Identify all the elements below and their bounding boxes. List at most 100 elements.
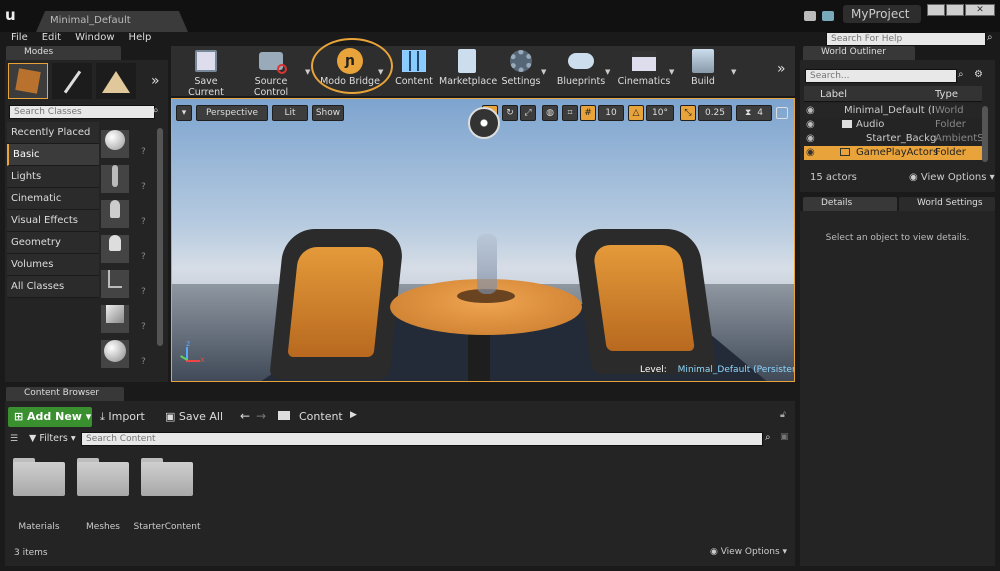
scale-snap-value[interactable]: 0.25	[698, 105, 732, 121]
outliner-search-input[interactable]	[805, 69, 957, 83]
viewport-options-button[interactable]: ▾	[176, 105, 192, 121]
help-icon[interactable]: ?	[141, 310, 153, 345]
minimize-button[interactable]	[927, 4, 945, 16]
folder-starter-content[interactable]	[141, 458, 193, 498]
help-icon[interactable]: ?	[141, 205, 153, 240]
more-modes-icon[interactable]: »	[151, 73, 160, 89]
category-all-classes[interactable]: All Classes	[7, 276, 99, 298]
paint-mode-icon[interactable]	[52, 63, 92, 99]
lit-button[interactable]: Lit	[272, 105, 308, 121]
help-icon[interactable]: ?	[141, 170, 153, 205]
outliner-view-options[interactable]: ◉ View Options ▾	[909, 172, 995, 183]
outliner-row[interactable]: ◉ Minimal_Default (Ed World	[804, 104, 982, 118]
world-settings-tab[interactable]: World Settings	[899, 197, 995, 211]
filters-button[interactable]: ▼ Filters ▾	[29, 433, 76, 444]
maximize-button[interactable]	[946, 4, 964, 16]
content-search-input[interactable]	[81, 432, 763, 446]
world-outliner-tab[interactable]: World Outliner	[803, 46, 915, 60]
outliner-row-selected[interactable]: ◉ GamePlayActors Folder	[804, 146, 982, 160]
empty-actor-thumb[interactable]	[101, 130, 129, 158]
cube-thumb[interactable]	[101, 305, 129, 333]
folder-meshes[interactable]	[77, 458, 129, 498]
blueprints-dropdown[interactable]: ▼	[605, 68, 610, 76]
outliner-settings-icon[interactable]: ⚙	[974, 69, 983, 80]
build-dropdown[interactable]: ▼	[731, 68, 736, 76]
modes-tab[interactable]: Modes	[6, 46, 121, 60]
chat-icon[interactable]	[804, 11, 816, 21]
search-icon[interactable]: ⌕	[958, 69, 964, 80]
category-cinematic[interactable]: Cinematic	[7, 188, 99, 210]
camera-speed-button[interactable]: ⧗ 4	[736, 105, 772, 121]
settings-dropdown[interactable]: ▼	[541, 68, 546, 76]
notification-icon[interactable]	[822, 11, 834, 21]
modo-bridge-dropdown[interactable]: ▼	[378, 68, 383, 76]
world-space-button[interactable]: ◍	[542, 105, 558, 121]
eye-icon[interactable]: ◉	[806, 133, 815, 144]
player-start-thumb[interactable]	[101, 270, 129, 298]
help-icon[interactable]: ?	[141, 240, 153, 275]
source-control-button[interactable]: Source Control	[239, 46, 303, 98]
scale-tool-button[interactable]: ⤢	[520, 105, 536, 121]
grid-snap-button[interactable]: #	[580, 105, 596, 121]
category-basic[interactable]: Basic	[7, 144, 99, 166]
build-button[interactable]: Build	[679, 46, 727, 96]
show-button[interactable]: Show	[312, 105, 344, 121]
menu-window[interactable]: Window	[75, 32, 114, 43]
sphere-thumb[interactable]	[101, 340, 129, 368]
forward-icon[interactable]: →	[256, 409, 266, 423]
level-tab[interactable]: Minimal_Default	[36, 11, 188, 32]
outliner-row[interactable]: ◉ Audio Folder	[804, 118, 982, 132]
cinematics-dropdown[interactable]: ▼	[669, 68, 674, 76]
modes-scrollbar[interactable]	[157, 128, 163, 346]
add-new-button[interactable]: ⊞ Add New ▾	[8, 407, 92, 427]
save-current-button[interactable]: Save Current	[175, 46, 237, 98]
content-button[interactable]: Content	[391, 46, 437, 96]
surface-snap-button[interactable]: ⌗	[562, 105, 578, 121]
marketplace-button[interactable]: Marketplace	[439, 46, 497, 96]
eye-icon[interactable]: ◉	[806, 119, 815, 130]
character-thumb[interactable]	[101, 165, 129, 193]
help-search-input[interactable]	[826, 32, 986, 46]
unreal-logo-icon[interactable]: u	[5, 6, 23, 24]
details-tab[interactable]: Details	[803, 197, 897, 211]
save-search-icon[interactable]: ▣	[780, 432, 789, 442]
rotate-tool-button[interactable]: ↻	[502, 105, 518, 121]
path-chevron-icon[interactable]: ▶	[350, 410, 357, 420]
landscape-mode-icon[interactable]	[96, 63, 136, 99]
folder-materials[interactable]	[13, 458, 65, 498]
content-view-options[interactable]: ◉ View Options ▾	[710, 547, 787, 557]
help-icon[interactable]: ?	[141, 345, 153, 380]
sources-toggle-icon[interactable]: ☰	[10, 434, 18, 444]
column-type[interactable]: Type	[935, 89, 958, 100]
viewport[interactable]: ▾ Perspective Lit Show ✥ ↻ ⤢ ◍ ⌗ # 10 △ …	[171, 98, 795, 382]
rotation-snap-button[interactable]: △	[628, 105, 644, 121]
perspective-button[interactable]: Perspective	[196, 105, 268, 121]
pawn-thumb[interactable]	[101, 200, 129, 228]
search-icon[interactable]: ⌕	[153, 105, 159, 116]
category-volumes[interactable]: Volumes	[7, 254, 99, 276]
search-icon[interactable]: ⌕	[987, 32, 999, 46]
eye-icon[interactable]: ◉	[806, 105, 815, 116]
help-icon[interactable]: ?	[141, 135, 153, 170]
menu-file[interactable]: File	[11, 32, 28, 43]
settings-button[interactable]: Settings	[497, 46, 545, 96]
blueprints-button[interactable]: Blueprints	[553, 46, 609, 96]
search-icon[interactable]: ⌕	[765, 432, 771, 443]
maximize-viewport-button[interactable]	[776, 107, 788, 119]
grid-snap-value[interactable]: 10	[598, 105, 624, 121]
outliner-row[interactable]: ◉ Starter_Backgro AmbientSo	[804, 132, 982, 146]
toolbar-overflow-icon[interactable]: »	[777, 61, 786, 77]
column-label[interactable]: Label	[820, 89, 847, 100]
point-light-thumb[interactable]	[101, 235, 129, 263]
rotation-snap-value[interactable]: 10°	[646, 105, 674, 121]
outliner-scrollbar[interactable]	[982, 106, 988, 162]
menu-help[interactable]: Help	[129, 32, 152, 43]
back-icon[interactable]: ←	[240, 409, 250, 423]
category-geometry[interactable]: Geometry	[7, 232, 99, 254]
class-search-input[interactable]	[9, 105, 155, 119]
close-button[interactable]: ✕	[965, 4, 995, 16]
import-button[interactable]: ⤓ Import	[100, 410, 145, 424]
cinematics-button[interactable]: Cinematics	[615, 46, 673, 96]
source-control-dropdown[interactable]: ▼	[305, 68, 310, 76]
place-mode-icon[interactable]	[8, 63, 48, 99]
